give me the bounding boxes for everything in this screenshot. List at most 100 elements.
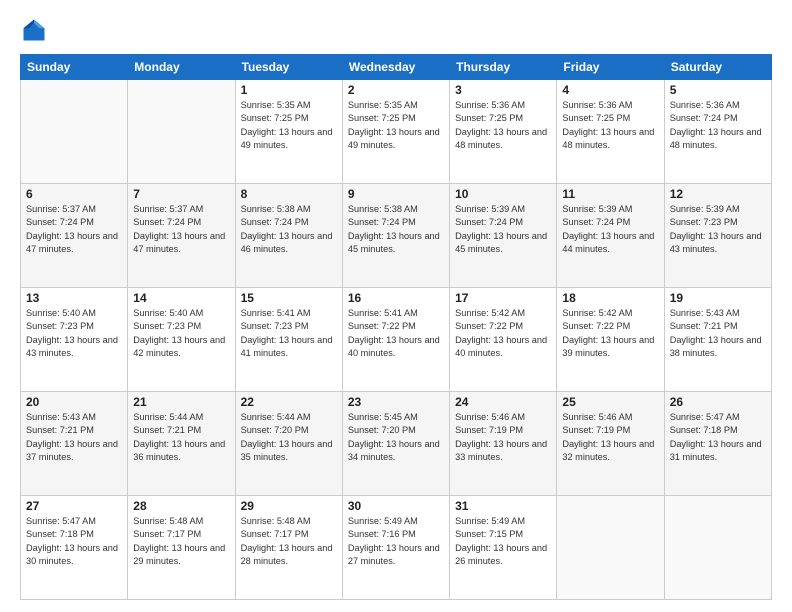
calendar-week-row: 6 Sunrise: 5:37 AM Sunset: 7:24 PM Daylig… xyxy=(21,184,772,288)
day-info: Sunrise: 5:40 AM Sunset: 7:23 PM Dayligh… xyxy=(26,307,122,360)
day-info: Sunrise: 5:39 AM Sunset: 7:24 PM Dayligh… xyxy=(562,203,658,256)
day-number: 20 xyxy=(26,395,122,409)
day-number: 12 xyxy=(670,187,766,201)
calendar-cell: 21 Sunrise: 5:44 AM Sunset: 7:21 PM Dayli… xyxy=(128,392,235,496)
weekday-header-tuesday: Tuesday xyxy=(235,55,342,80)
day-number: 6 xyxy=(26,187,122,201)
day-number: 26 xyxy=(670,395,766,409)
calendar-cell: 27 Sunrise: 5:47 AM Sunset: 7:18 PM Dayli… xyxy=(21,496,128,600)
calendar-cell: 18 Sunrise: 5:42 AM Sunset: 7:22 PM Dayli… xyxy=(557,288,664,392)
day-info: Sunrise: 5:36 AM Sunset: 7:25 PM Dayligh… xyxy=(562,99,658,152)
calendar-cell: 7 Sunrise: 5:37 AM Sunset: 7:24 PM Daylig… xyxy=(128,184,235,288)
calendar-cell: 16Sunrise: 5:41 AM Sunset: 7:22 PM Dayli… xyxy=(342,288,449,392)
day-number: 13 xyxy=(26,291,122,305)
day-number: 11 xyxy=(562,187,658,201)
weekday-header-thursday: Thursday xyxy=(450,55,557,80)
weekday-header-row: SundayMondayTuesdayWednesdayThursdayFrid… xyxy=(21,55,772,80)
day-number: 14 xyxy=(133,291,229,305)
calendar-cell: 15 Sunrise: 5:41 AM Sunset: 7:23 PM Dayli… xyxy=(235,288,342,392)
calendar-week-row: 27 Sunrise: 5:47 AM Sunset: 7:18 PM Dayli… xyxy=(21,496,772,600)
weekday-header-sunday: Sunday xyxy=(21,55,128,80)
day-number: 3 xyxy=(455,83,551,97)
calendar-week-row: 20 Sunrise: 5:43 AM Sunset: 7:21 PM Dayli… xyxy=(21,392,772,496)
day-info: Sunrise: 5:46 AM Sunset: 7:19 PM Dayligh… xyxy=(562,411,658,464)
day-info: Sunrise: 5:47 AM Sunset: 7:18 PM Dayligh… xyxy=(26,515,122,568)
calendar-cell: 24 Sunrise: 5:46 AM Sunset: 7:19 PM Dayli… xyxy=(450,392,557,496)
day-info: Sunrise: 5:46 AM Sunset: 7:19 PM Dayligh… xyxy=(455,411,551,464)
calendar-cell: 20 Sunrise: 5:43 AM Sunset: 7:21 PM Dayli… xyxy=(21,392,128,496)
calendar-cell: 9 Sunrise: 5:38 AM Sunset: 7:24 PM Daylig… xyxy=(342,184,449,288)
day-info: Sunrise: 5:35 AM Sunset: 7:25 PM Dayligh… xyxy=(241,99,337,152)
calendar-cell: 25 Sunrise: 5:46 AM Sunset: 7:19 PM Dayli… xyxy=(557,392,664,496)
day-info: Sunrise: 5:40 AM Sunset: 7:23 PM Dayligh… xyxy=(133,307,229,360)
logo-icon xyxy=(20,16,48,44)
day-number: 27 xyxy=(26,499,122,513)
weekday-header-saturday: Saturday xyxy=(664,55,771,80)
weekday-header-friday: Friday xyxy=(557,55,664,80)
day-number: 18 xyxy=(562,291,658,305)
day-number: 1 xyxy=(241,83,337,97)
day-number: 22 xyxy=(241,395,337,409)
weekday-header-monday: Monday xyxy=(128,55,235,80)
calendar-cell xyxy=(21,80,128,184)
day-number: 28 xyxy=(133,499,229,513)
day-info: Sunrise: 5:43 AM Sunset: 7:21 PM Dayligh… xyxy=(670,307,766,360)
day-info: Sunrise: 5:47 AM Sunset: 7:18 PM Dayligh… xyxy=(670,411,766,464)
day-info: Sunrise: 5:48 AM Sunset: 7:17 PM Dayligh… xyxy=(241,515,337,568)
calendar-week-row: 1 Sunrise: 5:35 AM Sunset: 7:25 PM Daylig… xyxy=(21,80,772,184)
day-number: 29 xyxy=(241,499,337,513)
day-number: 24 xyxy=(455,395,551,409)
calendar-cell: 2 Sunrise: 5:35 AM Sunset: 7:25 PM Daylig… xyxy=(342,80,449,184)
day-number: 21 xyxy=(133,395,229,409)
day-info: Sunrise: 5:42 AM Sunset: 7:22 PM Dayligh… xyxy=(562,307,658,360)
day-info: Sunrise: 5:37 AM Sunset: 7:24 PM Dayligh… xyxy=(133,203,229,256)
day-info: Sunrise: 5:36 AM Sunset: 7:24 PM Dayligh… xyxy=(670,99,766,152)
calendar-week-row: 13 Sunrise: 5:40 AM Sunset: 7:23 PM Dayli… xyxy=(21,288,772,392)
day-info: Sunrise: 5:41 AM Sunset: 7:23 PM Dayligh… xyxy=(241,307,337,360)
day-number: 10 xyxy=(455,187,551,201)
day-info: Sunrise: 5:38 AM Sunset: 7:24 PM Dayligh… xyxy=(241,203,337,256)
day-info: Sunrise: 5:49 AM Sunset: 7:15 PM Dayligh… xyxy=(455,515,551,568)
calendar-cell: 23Sunrise: 5:45 AM Sunset: 7:20 PM Dayli… xyxy=(342,392,449,496)
logo xyxy=(20,16,52,44)
day-info: Sunrise: 5:41 AM Sunset: 7:22 PM Dayligh… xyxy=(348,307,444,360)
calendar-cell: 22 Sunrise: 5:44 AM Sunset: 7:20 PM Dayli… xyxy=(235,392,342,496)
calendar-cell: 3 Sunrise: 5:36 AM Sunset: 7:25 PM Daylig… xyxy=(450,80,557,184)
day-info: Sunrise: 5:43 AM Sunset: 7:21 PM Dayligh… xyxy=(26,411,122,464)
day-number: 25 xyxy=(562,395,658,409)
calendar-cell: 30Sunrise: 5:49 AM Sunset: 7:16 PM Dayli… xyxy=(342,496,449,600)
day-info: Sunrise: 5:44 AM Sunset: 7:20 PM Dayligh… xyxy=(241,411,337,464)
day-info: Sunrise: 5:36 AM Sunset: 7:25 PM Dayligh… xyxy=(455,99,551,152)
calendar-cell: 11 Sunrise: 5:39 AM Sunset: 7:24 PM Dayli… xyxy=(557,184,664,288)
calendar-cell: 19 Sunrise: 5:43 AM Sunset: 7:21 PM Dayli… xyxy=(664,288,771,392)
calendar-cell: 6 Sunrise: 5:37 AM Sunset: 7:24 PM Daylig… xyxy=(21,184,128,288)
day-number: 5 xyxy=(670,83,766,97)
day-number: 7 xyxy=(133,187,229,201)
day-number: 9 xyxy=(348,187,444,201)
calendar-cell: 17Sunrise: 5:42 AM Sunset: 7:22 PM Dayli… xyxy=(450,288,557,392)
page: SundayMondayTuesdayWednesdayThursdayFrid… xyxy=(0,0,792,612)
calendar-cell: 10 Sunrise: 5:39 AM Sunset: 7:24 PM Dayli… xyxy=(450,184,557,288)
day-number: 30 xyxy=(348,499,444,513)
day-info: Sunrise: 5:39 AM Sunset: 7:23 PM Dayligh… xyxy=(670,203,766,256)
calendar-cell: 26 Sunrise: 5:47 AM Sunset: 7:18 PM Dayli… xyxy=(664,392,771,496)
calendar-cell: 4Sunrise: 5:36 AM Sunset: 7:25 PM Daylig… xyxy=(557,80,664,184)
day-info: Sunrise: 5:38 AM Sunset: 7:24 PM Dayligh… xyxy=(348,203,444,256)
calendar-cell: 5 Sunrise: 5:36 AM Sunset: 7:24 PM Daylig… xyxy=(664,80,771,184)
day-info: Sunrise: 5:39 AM Sunset: 7:24 PM Dayligh… xyxy=(455,203,551,256)
weekday-header-wednesday: Wednesday xyxy=(342,55,449,80)
day-number: 2 xyxy=(348,83,444,97)
day-info: Sunrise: 5:35 AM Sunset: 7:25 PM Dayligh… xyxy=(348,99,444,152)
day-info: Sunrise: 5:45 AM Sunset: 7:20 PM Dayligh… xyxy=(348,411,444,464)
day-info: Sunrise: 5:42 AM Sunset: 7:22 PM Dayligh… xyxy=(455,307,551,360)
day-info: Sunrise: 5:37 AM Sunset: 7:24 PM Dayligh… xyxy=(26,203,122,256)
day-info: Sunrise: 5:44 AM Sunset: 7:21 PM Dayligh… xyxy=(133,411,229,464)
calendar-cell xyxy=(664,496,771,600)
calendar-cell: 14 Sunrise: 5:40 AM Sunset: 7:23 PM Dayli… xyxy=(128,288,235,392)
calendar-cell: 12 Sunrise: 5:39 AM Sunset: 7:23 PM Dayli… xyxy=(664,184,771,288)
calendar-cell: 8Sunrise: 5:38 AM Sunset: 7:24 PM Daylig… xyxy=(235,184,342,288)
day-number: 19 xyxy=(670,291,766,305)
calendar-cell xyxy=(128,80,235,184)
day-number: 15 xyxy=(241,291,337,305)
calendar-cell: 1 Sunrise: 5:35 AM Sunset: 7:25 PM Daylig… xyxy=(235,80,342,184)
